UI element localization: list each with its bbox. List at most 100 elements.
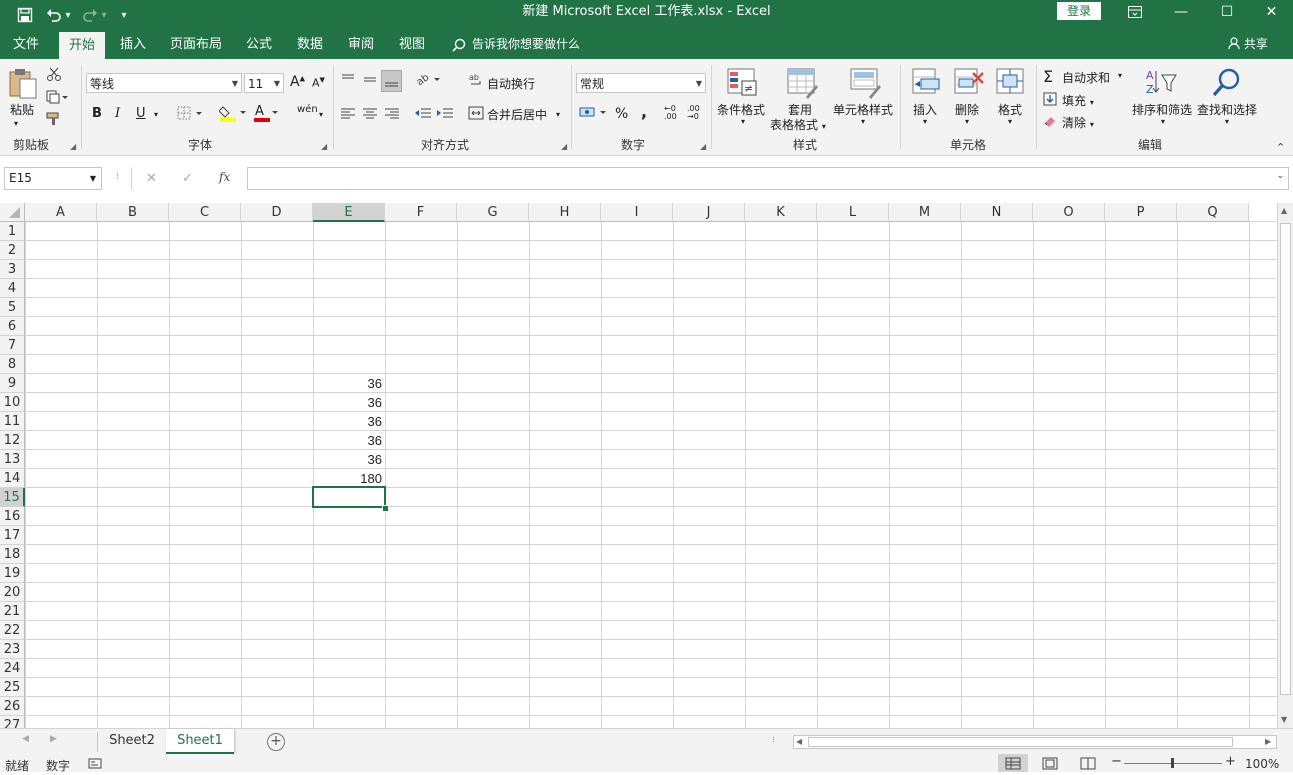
borders-icon[interactable] xyxy=(177,106,203,123)
vertical-scrollbar[interactable]: ▲ ▼ xyxy=(1277,203,1293,728)
share-button[interactable]: 共享 xyxy=(1228,30,1268,59)
fill-button[interactable]: 填充 ▾ xyxy=(1062,92,1094,109)
row-header-13[interactable]: 13 xyxy=(0,450,25,469)
alignment-launcher-icon[interactable]: ◢ xyxy=(561,142,567,151)
format-dropdown-icon[interactable]: ▾ xyxy=(1008,117,1012,126)
row-header-17[interactable]: 17 xyxy=(0,526,25,545)
paste-dropdown-icon[interactable]: ▾ xyxy=(14,119,18,128)
row-header-25[interactable]: 25 xyxy=(0,678,25,697)
merge-dropdown-icon[interactable]: ▾ xyxy=(556,110,560,119)
cut-icon[interactable] xyxy=(46,67,62,84)
row-header-1[interactable]: 1 xyxy=(0,222,25,241)
row-header-4[interactable]: 4 xyxy=(0,279,25,298)
normal-view-icon[interactable] xyxy=(998,754,1028,772)
column-header-i[interactable]: I xyxy=(601,203,673,222)
sort-filter-icon[interactable]: AZ xyxy=(1144,67,1177,99)
format-as-table-button[interactable]: 表格格式 ▾ xyxy=(770,116,826,133)
row-header-7[interactable]: 7 xyxy=(0,336,25,355)
tab-data[interactable]: 数据 xyxy=(287,30,333,59)
find-dropdown-icon[interactable]: ▾ xyxy=(1225,117,1229,126)
expand-formula-bar-icon[interactable]: ⌄ xyxy=(1276,171,1284,181)
phonetic-dropdown-icon[interactable]: ▾ xyxy=(319,110,323,119)
page-layout-view-icon[interactable] xyxy=(1042,757,1058,773)
autosum-button[interactable]: 自动求和 xyxy=(1062,69,1110,86)
clear-eraser-icon[interactable] xyxy=(1043,114,1057,131)
zoom-in-button[interactable]: + xyxy=(1225,754,1236,769)
tab-home[interactable]: 开始 xyxy=(59,32,105,59)
scroll-left-icon[interactable]: ◀ xyxy=(796,737,802,746)
ribbon-display-options-icon[interactable] xyxy=(1112,0,1158,24)
bold-button[interactable]: B xyxy=(92,106,102,121)
more-options-icon[interactable]: ⁝ xyxy=(116,171,119,182)
row-header-22[interactable]: 22 xyxy=(0,621,25,640)
font-size-select[interactable]: 11 ▼ xyxy=(244,73,284,93)
row-header-26[interactable]: 26 xyxy=(0,697,25,716)
decrease-decimal-button[interactable]: .00 →0 xyxy=(687,105,705,121)
horizontal-scrollbar[interactable]: ◀ ▶ xyxy=(793,735,1277,749)
tab-page-layout[interactable]: 页面布局 xyxy=(164,30,228,59)
cell-e12[interactable]: 36 xyxy=(313,431,385,450)
tab-formulas[interactable]: 公式 xyxy=(236,30,282,59)
copy-icon[interactable] xyxy=(46,90,68,107)
save-icon[interactable] xyxy=(12,0,38,30)
undo-dropdown-icon[interactable]: ▾ xyxy=(62,0,74,30)
fill-color-icon[interactable] xyxy=(218,103,247,126)
clipboard-launcher-icon[interactable]: ◢ xyxy=(70,142,76,151)
column-header-b[interactable]: B xyxy=(97,203,169,222)
column-header-p[interactable]: P xyxy=(1105,203,1177,222)
scroll-up-icon[interactable]: ▲ xyxy=(1281,206,1287,215)
insert-cells-icon[interactable] xyxy=(911,67,943,99)
align-center-icon[interactable] xyxy=(362,107,378,122)
row-header-5[interactable]: 5 xyxy=(0,298,25,317)
cancel-entry-icon[interactable]: ✕ xyxy=(146,171,157,186)
row-header-10[interactable]: 10 xyxy=(0,393,25,412)
zoom-out-button[interactable]: − xyxy=(1111,754,1122,769)
redo-dropdown-icon[interactable]: ▾ xyxy=(98,0,110,30)
row-header-9[interactable]: 9 xyxy=(0,374,25,393)
cell-styles-dropdown-icon[interactable]: ▾ xyxy=(861,117,865,126)
row-header-18[interactable]: 18 xyxy=(0,545,25,564)
row-header-6[interactable]: 6 xyxy=(0,317,25,336)
column-header-j[interactable]: J xyxy=(673,203,745,222)
shrink-font-button[interactable]: A▼ xyxy=(312,76,325,90)
sheet-tab-sheet1[interactable]: Sheet1 xyxy=(166,729,234,754)
paste-button[interactable] xyxy=(8,67,38,102)
undo-icon[interactable] xyxy=(44,0,64,30)
insert-function-icon[interactable]: fx xyxy=(219,170,230,184)
font-color-icon[interactable]: A xyxy=(253,103,279,126)
sheet-tab-sheet2[interactable]: Sheet2 xyxy=(100,729,164,754)
row-header-3[interactable]: 3 xyxy=(0,260,25,279)
column-header-g[interactable]: G xyxy=(457,203,529,222)
row-header-20[interactable]: 20 xyxy=(0,583,25,602)
format-painter-icon[interactable] xyxy=(46,112,62,129)
insert-cells-button[interactable]: 插入 xyxy=(913,101,937,118)
align-bottom-icon[interactable] xyxy=(381,70,402,92)
cell-e11[interactable]: 36 xyxy=(313,412,385,431)
select-all-corner[interactable] xyxy=(0,203,25,222)
row-header-2[interactable]: 2 xyxy=(0,241,25,260)
delete-cells-button[interactable]: 删除 xyxy=(955,101,979,118)
grow-font-button[interactable]: A▲ xyxy=(290,74,305,90)
customize-qat-icon[interactable]: ▾ xyxy=(114,0,134,30)
wrap-text-button[interactable]: 自动换行 xyxy=(487,75,535,92)
login-button[interactable]: 登录 xyxy=(1057,2,1101,20)
increase-decimal-button[interactable]: ←0 .00 xyxy=(664,105,682,121)
page-break-view-icon[interactable] xyxy=(1080,757,1096,773)
column-header-l[interactable]: L xyxy=(817,203,889,222)
scroll-right-icon[interactable]: ▶ xyxy=(1265,737,1271,746)
tab-insert[interactable]: 插入 xyxy=(110,30,156,59)
tab-file[interactable]: 文件 xyxy=(4,30,48,59)
row-header-12[interactable]: 12 xyxy=(0,431,25,450)
format-as-table-icon[interactable] xyxy=(786,67,818,99)
align-right-icon[interactable] xyxy=(384,107,400,122)
formula-input[interactable]: ⌄ xyxy=(247,167,1289,190)
align-middle-icon[interactable] xyxy=(362,72,378,89)
redo-icon[interactable] xyxy=(80,0,100,30)
column-header-m[interactable]: M xyxy=(889,203,961,222)
horizontal-scroll-thumb[interactable] xyxy=(808,737,1233,747)
row-header-16[interactable]: 16 xyxy=(0,507,25,526)
underline-button[interactable]: U xyxy=(136,106,146,121)
fill-handle[interactable] xyxy=(382,505,389,512)
minimize-button[interactable]: — xyxy=(1158,0,1204,24)
italic-button[interactable]: I xyxy=(115,106,120,121)
